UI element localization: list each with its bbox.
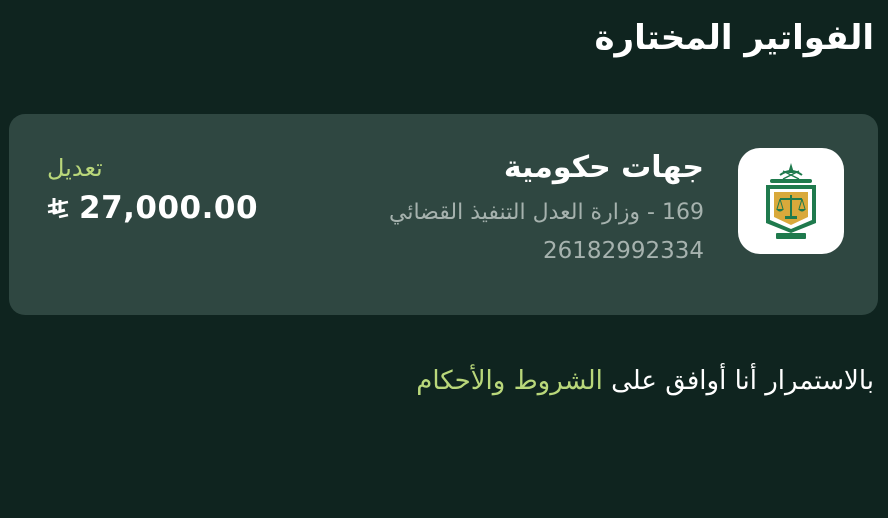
edit-link[interactable]: تعديل [47, 154, 103, 182]
page-title: الفواتير المختارة [594, 18, 874, 58]
selected-bills-screen: الفواتير المختارة جهات حكومية 169 - وزار… [0, 0, 888, 518]
saudi-riyal-icon [47, 198, 69, 219]
bill-number: 26182992334 [543, 238, 704, 264]
biller-description: 169 - وزارة العدل التنفيذ القضائي [389, 200, 704, 225]
terms-agreement: بالاستمرار أنا أوافق على الشروط والأحكام [416, 366, 874, 396]
amount-row: 27,000.00 [45, 190, 258, 226]
terms-and-conditions-link[interactable]: الشروط والأحكام [416, 366, 603, 396]
ministry-of-justice-emblem [766, 163, 816, 239]
bill-amount: 27,000.00 [79, 190, 259, 226]
terms-prefix: بالاستمرار أنا أوافق على [611, 366, 874, 396]
biller-name: جهات حكومية [503, 150, 704, 185]
bill-card[interactable]: جهات حكومية 169 - وزارة العدل التنفيذ ال… [9, 114, 878, 315]
ministry-of-justice-logo-icon [738, 148, 844, 254]
